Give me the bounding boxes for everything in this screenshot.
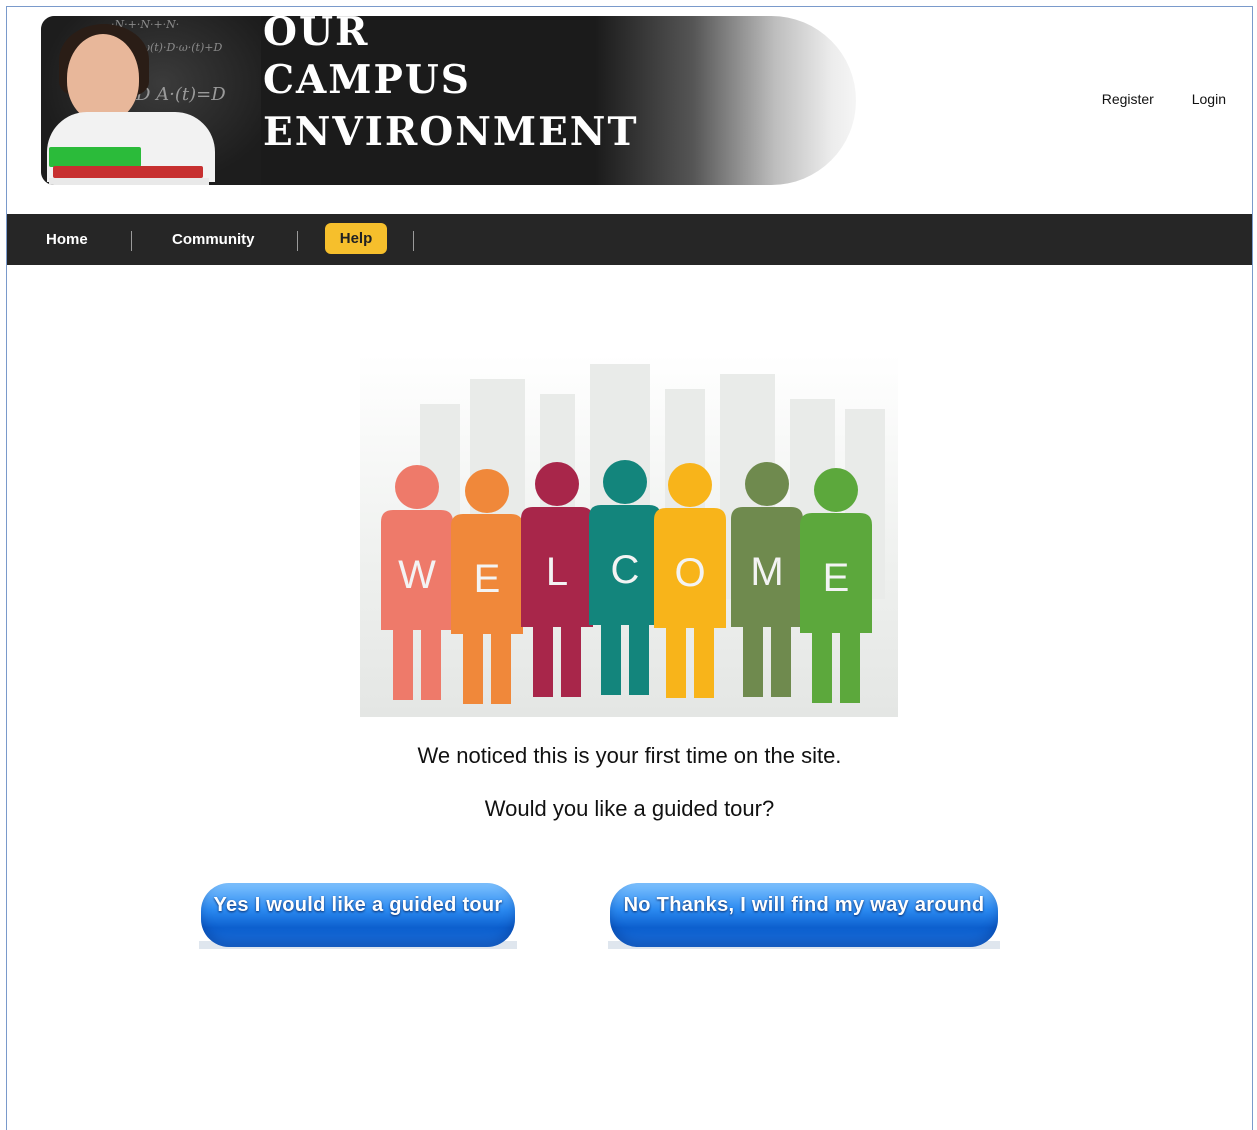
chalkboard-scribble: D A·(t)=D — [136, 84, 226, 105]
nav-divider — [297, 231, 298, 251]
welcome-letter: L — [546, 550, 568, 594]
books-icon — [53, 166, 203, 178]
site-title-line: CAMPUS — [263, 57, 471, 103]
person-face — [67, 34, 139, 122]
guided-tour-yes-button[interactable]: Yes I would like a guided tour — [201, 883, 515, 947]
welcome-letter: M — [750, 550, 783, 594]
chalkboard-scribble: ω(t)·D·ω·(t)+D — [141, 41, 223, 54]
nav-divider — [413, 231, 414, 251]
books-icon — [49, 178, 209, 185]
account-links: Register Login — [1068, 91, 1226, 107]
main-nav: Home Community Help — [7, 214, 1252, 265]
nav-item-home[interactable]: Home — [46, 229, 88, 251]
banner-photo: ·N·+·N·+·N· ω(t)·D·ω·(t)+D D A·(t)=D — [41, 16, 261, 185]
welcome-letter: W — [398, 553, 436, 597]
nav-divider — [131, 231, 132, 251]
first-visit-message: We noticed this is your first time on th… — [417, 743, 842, 768]
welcome-letter: C — [611, 548, 640, 592]
welcome-letter: E — [474, 557, 501, 601]
welcome-letter: E — [823, 556, 850, 600]
nav-item-help[interactable]: Help — [325, 223, 387, 254]
site-banner: ·N·+·N·+·N· ω(t)·D·ω·(t)+D D A·(t)=D OUR… — [41, 16, 856, 185]
site-title: OUR CAMPUS ENVIRONMENT — [263, 16, 638, 158]
login-link[interactable]: Login — [1192, 91, 1226, 107]
nav-item-community[interactable]: Community — [172, 229, 255, 251]
guided-tour-no-button[interactable]: No Thanks, I will find my way around — [610, 883, 998, 947]
register-link[interactable]: Register — [1102, 91, 1154, 107]
books-icon — [49, 147, 141, 167]
site-title-line: ENVIRONMENT — [263, 109, 639, 155]
welcome-illustration: WELCOME — [360, 354, 898, 717]
tour-question: Would you like a guided tour? — [484, 796, 775, 821]
page-frame: ·N·+·N·+·N· ω(t)·D·ω·(t)+D D A·(t)=D OUR… — [6, 6, 1253, 1130]
welcome-letter: O — [674, 551, 705, 595]
site-title-line: OUR — [263, 16, 370, 55]
